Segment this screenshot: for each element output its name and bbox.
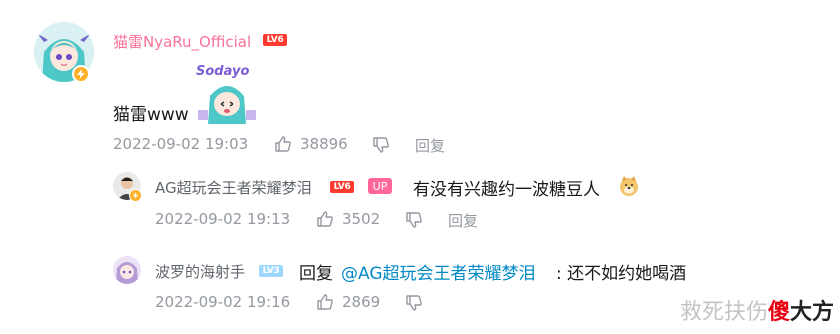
watermark-brand-red: 傻 [767,300,790,325]
reply-text: 有没有兴趣约一波糖豆人 [413,180,600,200]
reply-prefix: 回复 [299,264,333,284]
reply-button[interactable]: 回复 [415,135,445,156]
like-count: 38896 [300,135,348,153]
verified-badge-icon [72,65,90,83]
comment-text: 猫雷www [113,105,189,125]
thumbs-down-icon[interactable] [372,136,390,154]
watermark: 救死扶伤傻大方 [680,294,834,326]
verified-badge-icon [129,189,142,202]
up-tag: UP [368,178,392,194]
thumbs-up-icon[interactable] [316,293,334,311]
thumbs-down-icon[interactable] [405,211,423,229]
reply-like-count: 3502 [342,210,381,228]
username[interactable]: 猫雷NyaRu_Official [113,31,251,52]
reply-username[interactable]: 波罗的海射手 [155,261,245,282]
reply-avatar[interactable] [113,256,141,284]
sticker-emoji: Sodayo [192,62,262,124]
sticker-label: Sodayo [196,64,250,79]
watermark-text: 救死扶伤 [679,300,768,325]
thumbs-up-icon[interactable] [316,210,334,228]
watermark-brand: 大方 [789,300,834,325]
timestamp: 2022-09-02 19:03 [113,135,249,153]
thumbs-down-icon[interactable] [405,294,423,312]
reply-button[interactable]: 回复 [448,210,478,231]
mention-link[interactable]: @AG超玩会王者荣耀梦泪 [341,259,536,284]
reply-timestamp: 2022-09-02 19:16 [155,293,291,311]
thumbs-up-icon[interactable] [274,135,292,153]
reply-like-count: 2869 [342,293,381,311]
level-badge: LV3 [259,265,283,277]
reply-timestamp: 2022-09-02 19:13 [155,210,291,228]
reply-text: : 还不如约她喝酒 [556,264,687,284]
level-badge: LV6 [330,181,354,193]
doge-emoji-icon [620,176,638,196]
reply-username[interactable]: AG超玩会王者荣耀梦泪 [155,177,312,198]
level-badge: LV6 [263,34,287,46]
